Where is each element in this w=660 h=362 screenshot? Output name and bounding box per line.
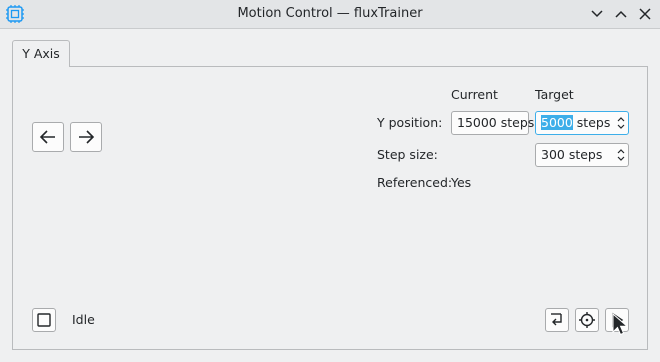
return-button[interactable] [545,308,569,332]
reference-icon [579,312,595,328]
current-position-value: 15000 steps [457,115,535,130]
referenced-label: Referenced: [377,175,453,190]
window-title: Motion Control — fluxTrainer [237,6,423,21]
target-position-selected-text: 5000 [541,115,573,130]
maximize-icon[interactable] [612,5,630,23]
referenced-value: Yes [451,175,472,190]
arrow-right-icon [79,130,95,144]
step-size-spinbox[interactable]: 300 steps [535,143,629,167]
tab-y-axis[interactable]: Y Axis [12,40,70,67]
jog-left-button[interactable] [32,122,64,152]
jog-right-button[interactable] [70,122,102,152]
step-size-value: 300 steps [541,147,603,162]
y-position-label: Y position: [377,115,443,130]
return-icon [551,313,562,326]
status-text: Idle [72,312,95,327]
stop-button[interactable] [32,308,56,332]
arrow-left-icon [39,130,55,144]
target-header: Target [535,87,574,102]
title-bar: Motion Control — fluxTrainer [0,0,660,29]
minimize-icon[interactable] [588,5,606,23]
spin-arrows-icon[interactable] [614,144,628,166]
current-position-field: 15000 steps [451,111,534,135]
target-position-suffix: steps [572,115,611,130]
spin-arrows-icon[interactable] [614,112,628,134]
step-size-label: Step size: [377,147,438,162]
target-position-spinbox[interactable]: 5000 steps [535,111,629,135]
stop-icon [37,313,51,327]
mouse-cursor-icon [612,313,628,336]
close-icon[interactable] [636,5,654,23]
current-header: Current [451,87,498,102]
reference-button[interactable] [575,308,599,332]
